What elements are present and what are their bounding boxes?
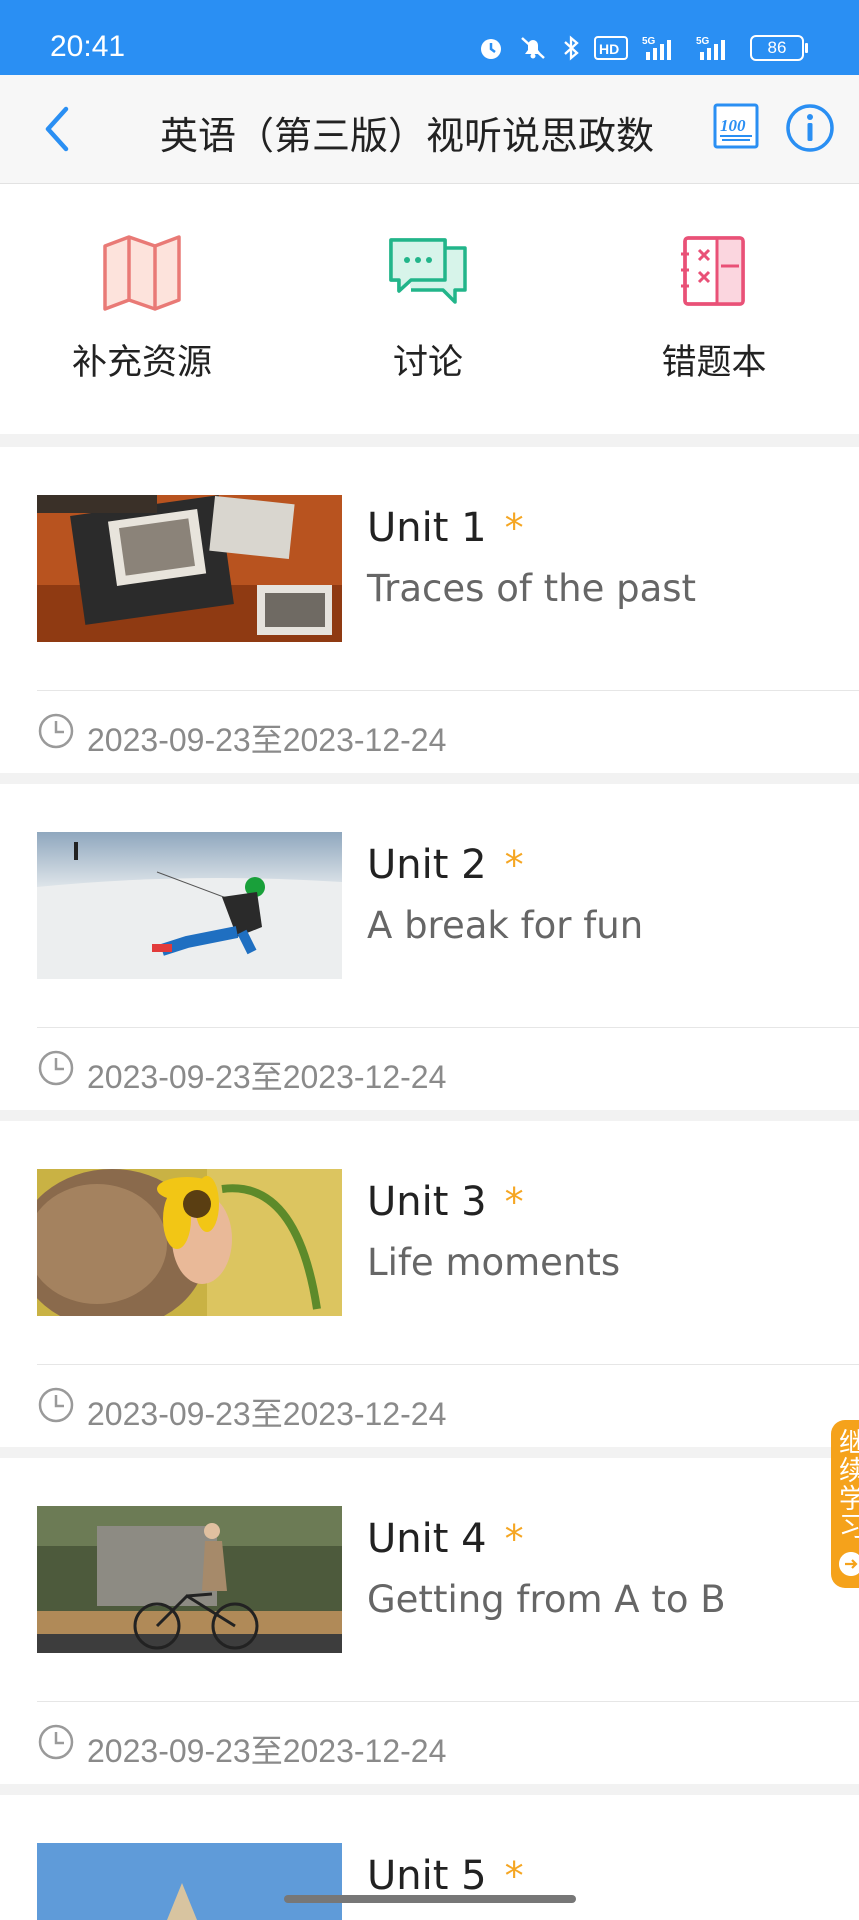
unit-card[interactable]: Unit 2 * A break for fun 2023-09-23至2023-…: [0, 784, 859, 1110]
unit-card[interactable]: Unit 1 * Traces of the past 2023-09-23至20…: [0, 447, 859, 773]
tool-label: 讨论: [392, 343, 463, 383]
unit-thumbnail: [37, 495, 342, 642]
notebook-icon: [681, 236, 745, 306]
back-button[interactable]: [38, 103, 78, 155]
svg-text:5G: 5G: [642, 36, 656, 47]
chat-icon: [389, 238, 467, 304]
divider: [37, 690, 859, 691]
hd-icon: HD: [594, 36, 628, 60]
tool-label: 错题本: [661, 343, 767, 383]
unit-date-range: 2023-09-23至2023-12-24: [87, 1059, 447, 1095]
continue-learning-button[interactable]: 继续学习: [831, 1420, 859, 1588]
divider: [37, 1701, 859, 1702]
svg-text:100: 100: [720, 116, 746, 135]
unit-card[interactable]: Unit 4 * Getting from A to B 2023-09-23至2…: [0, 1458, 859, 1784]
arrow-right-icon: [839, 1552, 859, 1576]
star-marker: *: [504, 843, 524, 887]
page-title: 英语（第三版）视听说思政数: [160, 114, 655, 155]
unit-date-range: 2023-09-23至2023-12-24: [87, 722, 447, 758]
alarm-icon: [481, 39, 501, 59]
star-marker: *: [504, 1854, 524, 1898]
unit-title: Unit 2 *: [367, 842, 524, 888]
continue-label: 继续学习: [834, 1428, 859, 1540]
tool-supplementary-resources[interactable]: 补充资源: [42, 234, 242, 385]
home-indicator[interactable]: [284, 1895, 576, 1903]
tool-label: 补充资源: [71, 343, 212, 383]
unit-thumbnail: [37, 832, 342, 979]
unit-subtitle: Getting from A to B: [367, 1578, 726, 1621]
info-icon[interactable]: [785, 103, 835, 153]
unit-thumbnail: [37, 1843, 342, 1920]
star-marker: *: [504, 1180, 524, 1224]
tool-mistake-notebook[interactable]: 错题本: [614, 234, 814, 385]
unit-subtitle: Life moments: [367, 1241, 621, 1284]
status-bar: 20:41 HD 5G 5G 86: [0, 0, 859, 75]
battery-icon: 86: [750, 35, 808, 61]
unit-title: Unit 4 *: [367, 1516, 524, 1562]
svg-text:5G: 5G: [696, 36, 710, 47]
unit-title: Unit 1 *: [367, 505, 524, 551]
clock-icon: [38, 713, 74, 749]
unit-date-range: 2023-09-23至2023-12-24: [87, 1733, 447, 1769]
signal-5g-icon: 5G: [642, 36, 671, 60]
clock-icon: [38, 1050, 74, 1086]
100-score-icon[interactable]: 100: [713, 103, 759, 149]
tool-bar: 补充资源 讨论 错题本: [0, 184, 859, 434]
star-marker: *: [504, 506, 524, 550]
unit-subtitle: A break for fun: [367, 904, 644, 947]
unit-thumbnail: [37, 1169, 342, 1316]
clock-icon: [38, 1724, 74, 1760]
unit-title: Unit 5 *: [367, 1853, 524, 1899]
unit-thumbnail: [37, 1506, 342, 1653]
bluetooth-icon: [564, 35, 579, 61]
mute-icon: [521, 37, 545, 59]
clock-icon: [38, 1387, 74, 1423]
unit-date-range: 2023-09-23至2023-12-24: [87, 1396, 447, 1432]
unit-subtitle: Traces of the past: [367, 567, 697, 610]
svg-text:HD: HD: [599, 41, 619, 57]
map-icon: [103, 235, 181, 311]
status-icons: HD 5G 5G 86: [478, 34, 808, 62]
unit-card[interactable]: Unit 3 * Life moments 2023-09-23至2023-12-…: [0, 1121, 859, 1447]
unit-title: Unit 3 *: [367, 1179, 524, 1225]
divider: [37, 1364, 859, 1365]
divider: [37, 1027, 859, 1028]
star-marker: *: [504, 1517, 524, 1561]
status-time: 20:41: [50, 30, 126, 63]
tool-discussion[interactable]: 讨论: [328, 234, 528, 385]
signal-5g-icon: 5G: [696, 36, 725, 60]
